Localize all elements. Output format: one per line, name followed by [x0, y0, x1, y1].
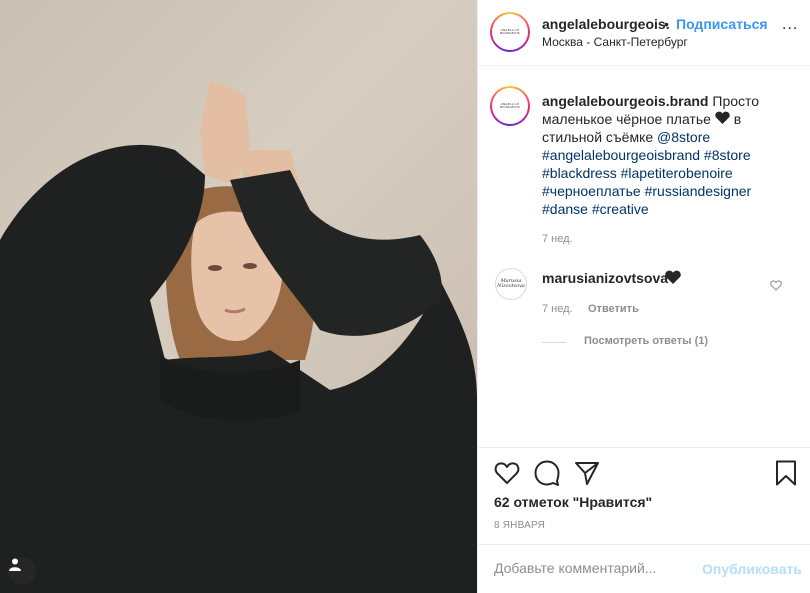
likes-count[interactable]: 62 отметок "Нравится"	[494, 494, 652, 510]
hashtag-link[interactable]: #russiandesigner	[645, 183, 752, 199]
hashtag-link[interactable]: #blackdress	[542, 165, 617, 181]
heart-icon[interactable]	[494, 461, 520, 488]
post-date[interactable]: 8 ЯНВАРЯ	[494, 520, 545, 531]
caption-username[interactable]: angelalebourgeois.brand	[542, 93, 708, 109]
post-header: ANGELA LE BOURGEOIS angelalebourgeois. •…	[478, 0, 810, 66]
author-avatar[interactable]: ANGELA LE BOURGEOIS	[490, 12, 530, 52]
black-heart-emoji	[715, 110, 730, 128]
post-details-panel: ANGELA LE BOURGEOIS angelalebourgeois. •…	[477, 0, 810, 593]
replies-divider	[542, 342, 566, 343]
post-photo[interactable]	[0, 0, 477, 593]
share-icon[interactable]	[574, 461, 600, 488]
more-icon[interactable]: ...	[782, 16, 798, 34]
author-avatar-logo: ANGELA LE BOURGEOIS	[492, 14, 528, 50]
caption-avatar[interactable]: ANGELA LE BOURGEOIS	[490, 86, 530, 126]
hashtag-link[interactable]: #creative	[592, 201, 649, 217]
post-actions: 62 отметок "Нравится" 8 ЯНВАРЯ Опубликов…	[478, 447, 810, 593]
hashtag-link[interactable]: #danse	[542, 201, 588, 217]
post-modal: ANGELA LE BOURGEOIS angelalebourgeois. •…	[0, 0, 810, 593]
author-username[interactable]: angelalebourgeois.	[542, 16, 670, 32]
separator-dot: •	[664, 16, 669, 32]
hashtag-link[interactable]: #черноеплатье	[542, 183, 641, 199]
hashtag-link[interactable]: #lapetiterobenoire	[621, 165, 733, 181]
follow-button[interactable]: Подписаться	[676, 16, 768, 32]
post-location[interactable]: Москва - Санкт-Петербург	[542, 35, 688, 49]
post-caption: angelalebourgeois.brand Просто маленькое…	[542, 92, 798, 218]
comment-icon[interactable]	[534, 460, 560, 489]
bookmark-icon[interactable]	[775, 460, 797, 489]
view-replies-button[interactable]: Посмотреть ответы (1)	[584, 335, 708, 347]
caption-timestamp[interactable]: 7 нед.	[542, 233, 573, 245]
user-tag-icon[interactable]	[8, 557, 36, 585]
black-heart-emoji	[665, 270, 681, 287]
reply-button[interactable]: Ответить	[588, 303, 639, 315]
comment-like-icon[interactable]	[770, 278, 782, 294]
commenter-username[interactable]: marusianizovtsova	[542, 270, 668, 286]
photo-illustration	[0, 80, 477, 593]
commenter-avatar[interactable]: Marusia Nizovtsova	[495, 268, 527, 300]
comment-timestamp[interactable]: 7 нед.	[542, 303, 573, 315]
post-comment-button[interactable]: Опубликовать	[702, 561, 802, 577]
comment-input[interactable]	[494, 559, 684, 577]
hashtag-link[interactable]: #angelalebourgeoisbrand	[542, 147, 700, 163]
add-comment-form: Опубликовать	[478, 544, 810, 593]
hashtag-link[interactable]: #8store	[704, 147, 751, 163]
mention-link[interactable]: @8store	[657, 129, 710, 145]
caption-avatar-logo: ANGELA LE BOURGEOIS	[492, 88, 528, 124]
